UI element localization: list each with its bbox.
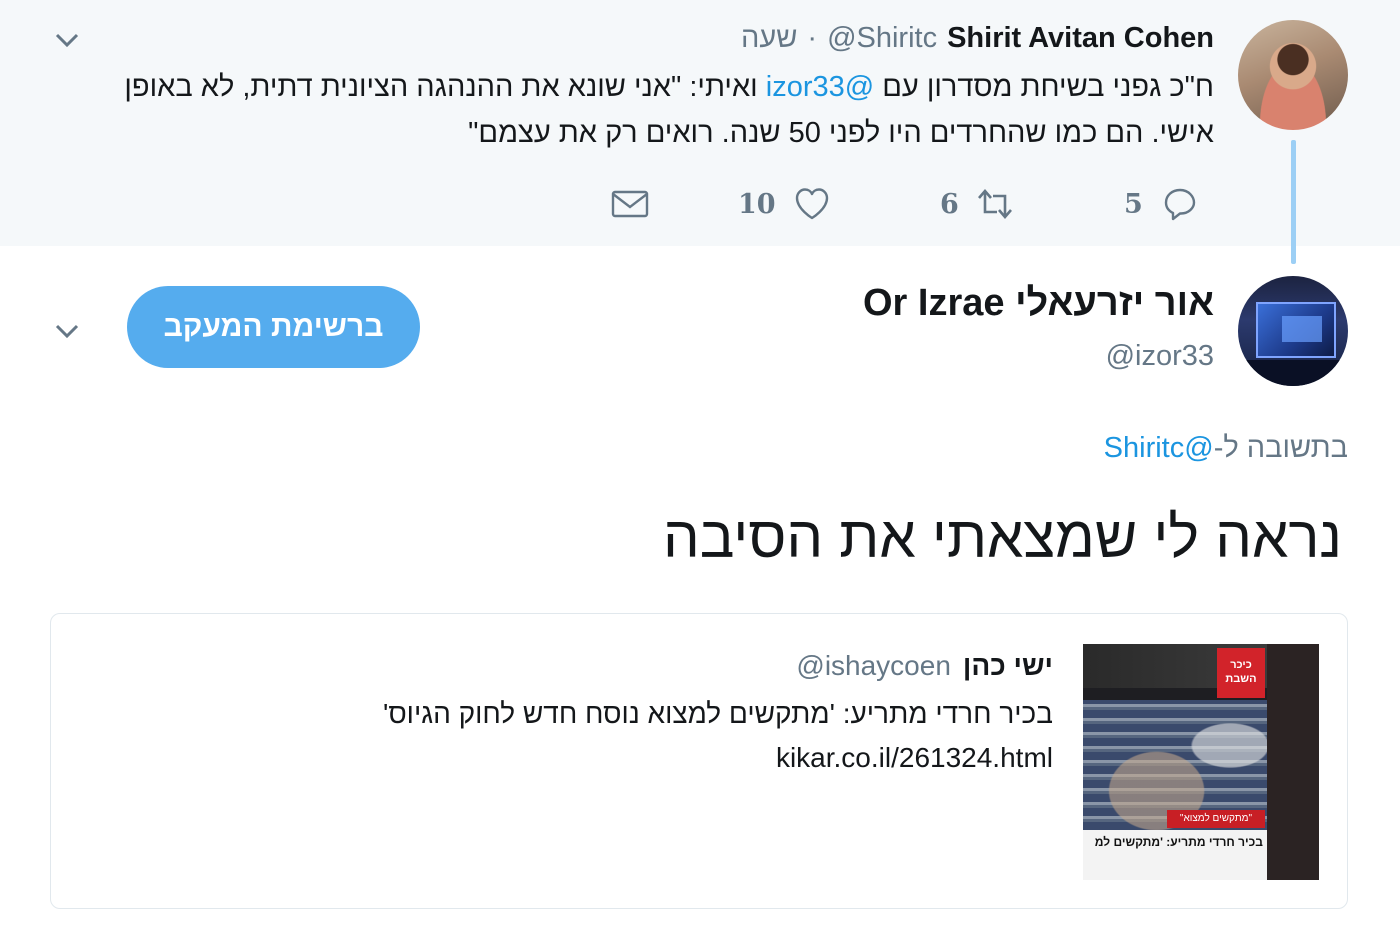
thumbnail-logo: כיכר השבת (1217, 648, 1265, 698)
main-author-name[interactable]: אור יזרעאלי Or Izrae (863, 282, 1214, 325)
parent-tweet-text: ח"כ גפני בשיחת מסדרון עם @izor33 ואיתי: … (64, 64, 1214, 156)
like-button[interactable]: 10 (738, 184, 832, 224)
chevron-down-icon[interactable] (54, 321, 80, 341)
quoted-tweet-text: בכיר חרדי מתריע: 'מתקשים למצוא נוסח חדש … (382, 698, 1053, 729)
parent-tweet-header: Shirit Avitan Cohen @Shiritc · שעה (741, 20, 1214, 56)
like-count: 10 (738, 188, 776, 220)
main-tweet-text: נראה לי שמצאתי את הסיבה (663, 505, 1342, 570)
replying-to-line: בתשובה ל-@Shiritc (1104, 432, 1348, 465)
main-avatar[interactable] (1238, 276, 1348, 386)
replying-to-handle-link[interactable]: @Shiritc (1104, 432, 1214, 464)
quoted-author-name[interactable]: ישי כהן (963, 650, 1053, 682)
following-button[interactable]: ברשימת המעקב (127, 286, 420, 368)
thumbnail-red-tag: "מתקשים למצוא" (1167, 810, 1265, 828)
retweet-icon (977, 189, 1012, 219)
parent-text-part-1: ח"כ גפני בשיחת מסדרון עם (874, 71, 1214, 103)
envelope-icon (611, 190, 649, 218)
quoted-tweet-link[interactable]: kikar.co.il/261324.html (776, 742, 1053, 774)
reply-icon (1164, 188, 1195, 221)
parent-author-name[interactable]: Shirit Avitan Cohen (947, 22, 1214, 55)
thumbnail-side-strip (1267, 644, 1319, 880)
parent-timestamp[interactable]: שעה (741, 22, 797, 55)
retweet-count: 6 (940, 188, 959, 220)
avatar-desk-shape (1238, 360, 1348, 386)
avatar-screen-detail (1282, 316, 1322, 342)
main-author-handle[interactable]: @izor33 (1106, 340, 1214, 373)
parent-action-bar: 5 6 10 (0, 184, 1400, 230)
retweet-button[interactable]: 6 (940, 184, 1015, 224)
chevron-down-icon[interactable] (54, 30, 80, 50)
reply-button[interactable]: 5 (1124, 184, 1199, 224)
parent-mention-link[interactable]: @izor33 (766, 71, 874, 103)
replying-to-prefix: בתשובה ל- (1213, 432, 1348, 464)
quoted-tweet-thumbnail[interactable]: כיכר השבת "מתקשים למצוא" בכיר חרדי מתריע… (1083, 644, 1319, 880)
direct-message-button[interactable] (610, 184, 650, 224)
parent-tweet[interactable]: Shirit Avitan Cohen @Shiritc · שעה ח"כ ג… (0, 0, 1400, 246)
parent-author-handle[interactable]: @Shiritc (827, 22, 937, 55)
reply-count: 5 (1124, 188, 1143, 220)
heart-icon (795, 188, 828, 220)
quoted-tweet-header: ישי כהן @ishaycoen (796, 650, 1053, 682)
header-separator: · (807, 21, 818, 54)
thumbnail-caption: בכיר חרדי מתריע: 'מתקשים למ (1083, 830, 1267, 880)
quoted-author-handle[interactable]: @ishaycoen (796, 650, 951, 682)
thread-connector-line (1291, 140, 1296, 264)
quoted-tweet-card[interactable]: כיכר השבת "מתקשים למצוא" בכיר חרדי מתריע… (50, 613, 1348, 909)
parent-avatar[interactable] (1238, 20, 1348, 130)
